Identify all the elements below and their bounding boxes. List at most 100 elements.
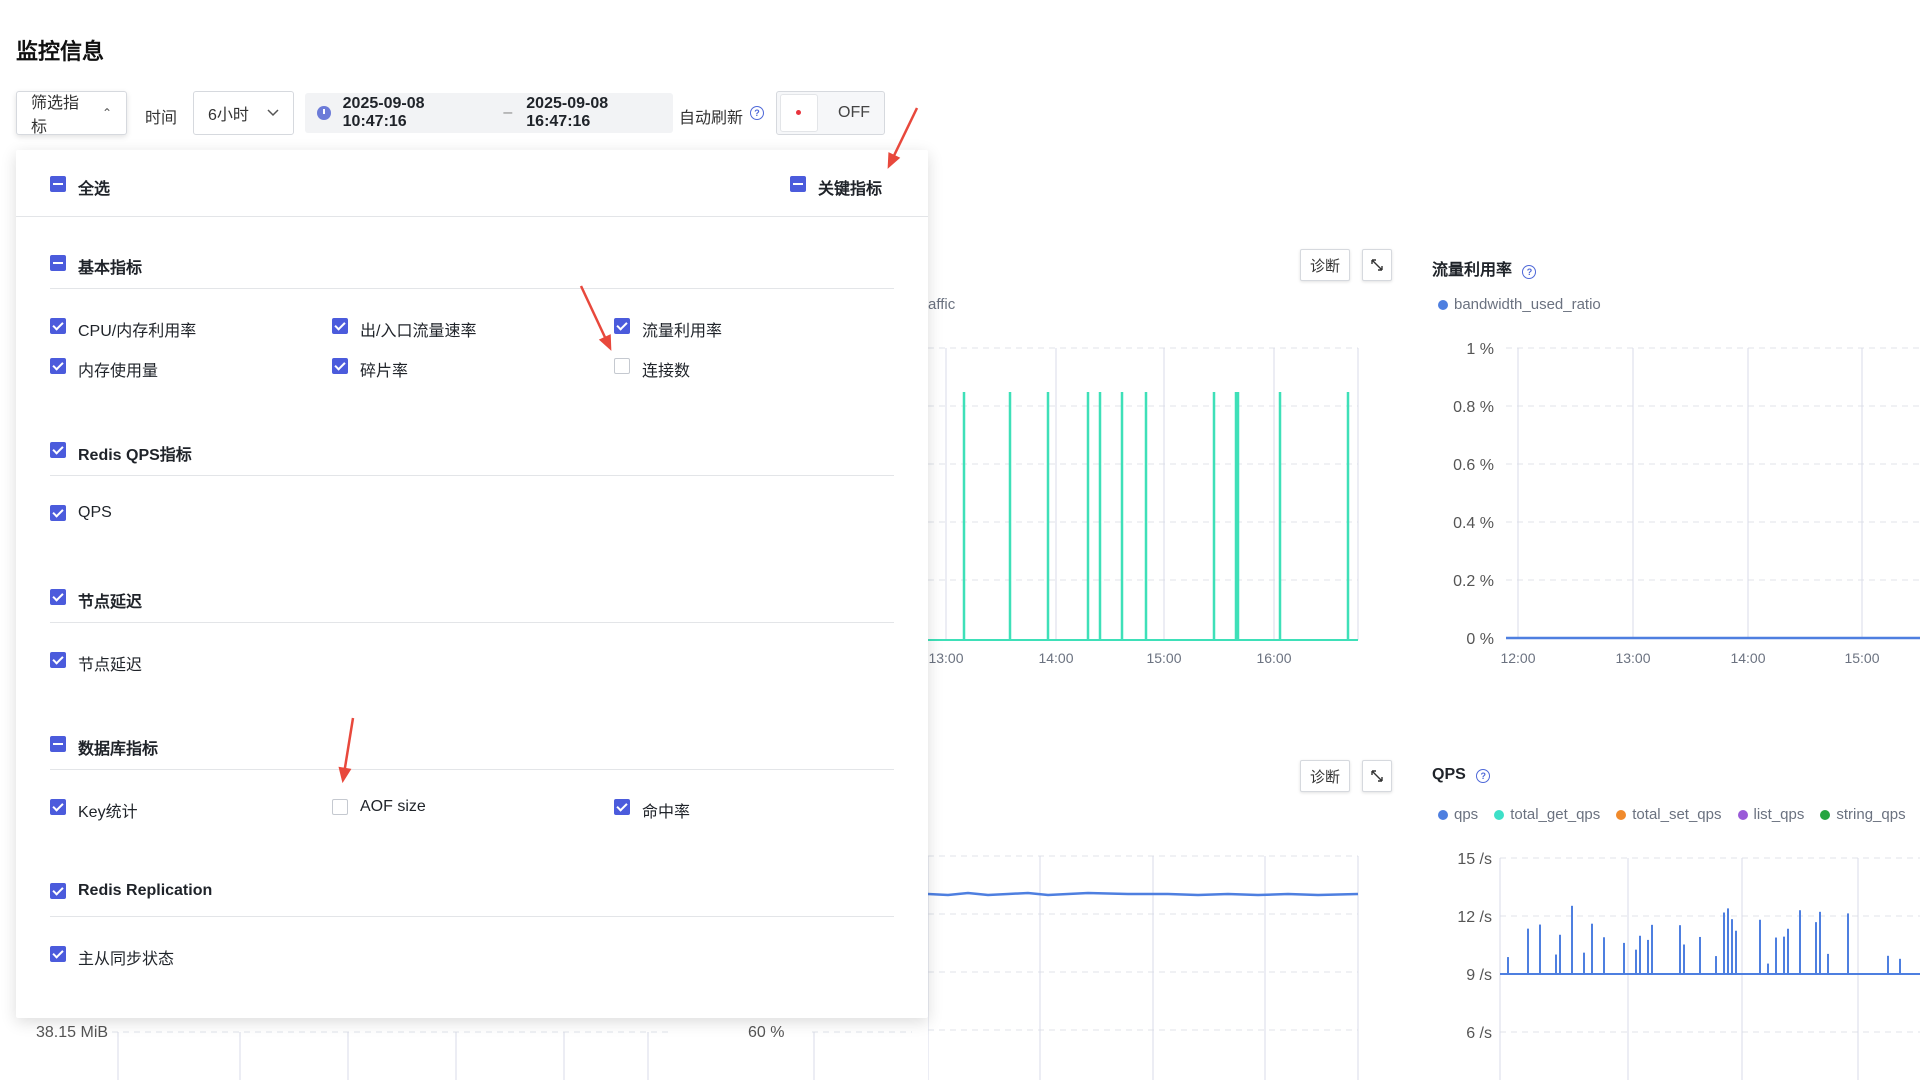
key-metrics-label[interactable]: 关键指标	[818, 175, 882, 199]
help-icon[interactable]: ?	[750, 106, 764, 120]
bandwidth-card-title: 流量利用率 ?	[1432, 256, 1537, 280]
legend-dot	[1438, 300, 1448, 311]
checkbox-bandwidth-ratio[interactable]	[614, 318, 630, 334]
legend-dot	[1494, 810, 1505, 821]
legend-label: total_set_qps	[1632, 806, 1722, 823]
item-label[interactable]: 出/入口流量速率	[360, 317, 476, 341]
diagnose-button[interactable]: 诊断	[1300, 249, 1350, 281]
filter-metrics-button[interactable]: 筛选指标 ⌃	[16, 91, 127, 136]
x-tick: 12:00	[1500, 650, 1535, 666]
y-tick: 6 /s	[1466, 1025, 1492, 1042]
group-checkbox-basic[interactable]	[50, 255, 66, 271]
qps-title: QPS	[1432, 766, 1466, 783]
checkbox-memory-usage[interactable]	[50, 358, 66, 374]
checkbox-hit-rate[interactable]	[614, 799, 630, 815]
end-time: 2025-09-08 16:47:16	[526, 95, 609, 130]
group-checkbox-qps[interactable]	[50, 442, 66, 458]
item-label[interactable]: 内存使用量	[78, 357, 158, 381]
y-tick: 0.2 %	[1453, 573, 1494, 590]
bandwidth-title: 流量利用率	[1432, 262, 1513, 279]
legend-item[interactable]: total_set_qps	[1616, 806, 1722, 823]
group-title-db[interactable]: 数据库指标	[78, 735, 158, 759]
item-label[interactable]: 主从同步状态	[78, 945, 174, 969]
group-checkbox-db[interactable]	[50, 736, 66, 752]
select-all-label[interactable]: 全选	[78, 175, 110, 199]
x-tick: 15:00	[1146, 650, 1181, 666]
expand-icon[interactable]	[1362, 760, 1392, 792]
bottom-charts-grid	[112, 1031, 912, 1080]
chevron-up-icon: ⌃	[101, 106, 112, 120]
checkbox-traffic-rate[interactable]	[332, 318, 348, 334]
divider	[16, 216, 928, 217]
y-tick: 1 %	[1466, 341, 1494, 358]
latency-chart	[928, 855, 1359, 1080]
item-label[interactable]: CPU/内存利用率	[78, 317, 196, 341]
item-label[interactable]: Key统计	[78, 798, 138, 822]
checkbox-connections[interactable]	[614, 358, 630, 374]
group-title-basic[interactable]: 基本指标	[78, 254, 142, 278]
legend-dot	[1438, 810, 1448, 821]
x-tick: 15:00	[1844, 650, 1879, 666]
bandwidth-chart: 1 % 0.8 % 0.6 % 0.4 % 0.2 % 0 % 12:00 13…	[1453, 341, 1920, 666]
legend-label: qps	[1454, 806, 1479, 823]
legend-item[interactable]: string_qps	[1820, 806, 1906, 823]
checkbox-aof-size[interactable]	[332, 799, 348, 815]
x-tick: 13:00	[928, 650, 963, 666]
auto-refresh-switch[interactable]: OFF	[776, 91, 885, 135]
y-tick: 0.6 %	[1453, 457, 1494, 474]
help-icon[interactable]: ?	[1522, 265, 1537, 279]
item-label[interactable]: AOF size	[360, 798, 426, 816]
checkbox-node-latency[interactable]	[50, 652, 66, 668]
legend-item[interactable]: list_qps	[1737, 806, 1805, 823]
switch-knob	[780, 94, 818, 132]
checkbox-qps[interactable]	[50, 505, 66, 521]
help-icon[interactable]: ?	[1476, 769, 1491, 783]
group-title-replication[interactable]: Redis Replication	[78, 882, 212, 900]
diagnose-button[interactable]: 诊断	[1300, 760, 1350, 792]
filter-metrics-label: 筛选指标	[31, 95, 80, 136]
y-tick: 0 %	[1466, 631, 1494, 648]
qps-chart: 15 /s 12 /s 9 /s 6 /s	[1457, 851, 1920, 1080]
group-title-qps[interactable]: Redis QPS指标	[78, 441, 192, 465]
key-metrics-checkbox[interactable]	[790, 176, 806, 192]
item-label[interactable]: 流量利用率	[642, 317, 722, 341]
legend-item[interactable]: qps	[1438, 806, 1478, 823]
qps-card-title: QPS ?	[1432, 766, 1491, 784]
select-all-checkbox[interactable]	[50, 176, 66, 192]
y-tick: 15 /s	[1457, 851, 1492, 868]
switch-state-label: OFF	[838, 104, 870, 121]
legend-item[interactable]: total_get_qps	[1494, 806, 1600, 823]
bandwidth-legend: bandwidth_used_ratio	[1438, 296, 1601, 313]
y-tick: 12 /s	[1457, 909, 1492, 926]
legend-label: string_qps	[1836, 806, 1906, 823]
y-tick: 9 /s	[1466, 967, 1492, 984]
item-label[interactable]: 命中率	[642, 798, 690, 822]
item-label[interactable]: QPS	[78, 504, 112, 522]
y-tick: 0.8 %	[1453, 399, 1494, 416]
item-label[interactable]: 连接数	[642, 357, 690, 381]
y-tick: 0.4 %	[1453, 515, 1494, 532]
page-title: 监控信息	[16, 39, 105, 64]
expand-icon[interactable]	[1362, 249, 1392, 281]
checkbox-key-stats[interactable]	[50, 799, 66, 815]
time-range-select[interactable]: 6小时	[193, 91, 294, 135]
group-checkbox-latency[interactable]	[50, 589, 66, 605]
traffic-chart: 13:00 14:00 15:00 16:00	[928, 347, 1359, 666]
group-title-latency[interactable]: 节点延迟	[78, 588, 142, 612]
checkbox-master-slave-sync[interactable]	[50, 946, 66, 962]
datetime-range-picker[interactable]: 2025-09-08 10:47:16 – 2025-09-08 16:47:1…	[305, 93, 673, 133]
x-tick: 13:00	[1615, 650, 1650, 666]
item-label[interactable]: 节点延迟	[78, 651, 142, 675]
group-checkbox-replication[interactable]	[50, 883, 66, 899]
legend-label: list_qps	[1753, 806, 1805, 823]
legend-label: total_get_qps	[1510, 806, 1601, 823]
qps-legend: qps total_get_qps total_set_qps list_qps…	[1438, 806, 1906, 823]
item-label[interactable]: 碎片率	[360, 357, 408, 381]
time-label: 时间	[145, 110, 178, 127]
range-separator: –	[503, 104, 513, 121]
x-tick: 16:00	[1256, 650, 1291, 666]
memory-y-tick: 38.15 MiB	[36, 1024, 109, 1041]
time-range-value: 6小时	[208, 107, 249, 124]
checkbox-fragmentation[interactable]	[332, 358, 348, 374]
checkbox-cpu-mem[interactable]	[50, 318, 66, 334]
